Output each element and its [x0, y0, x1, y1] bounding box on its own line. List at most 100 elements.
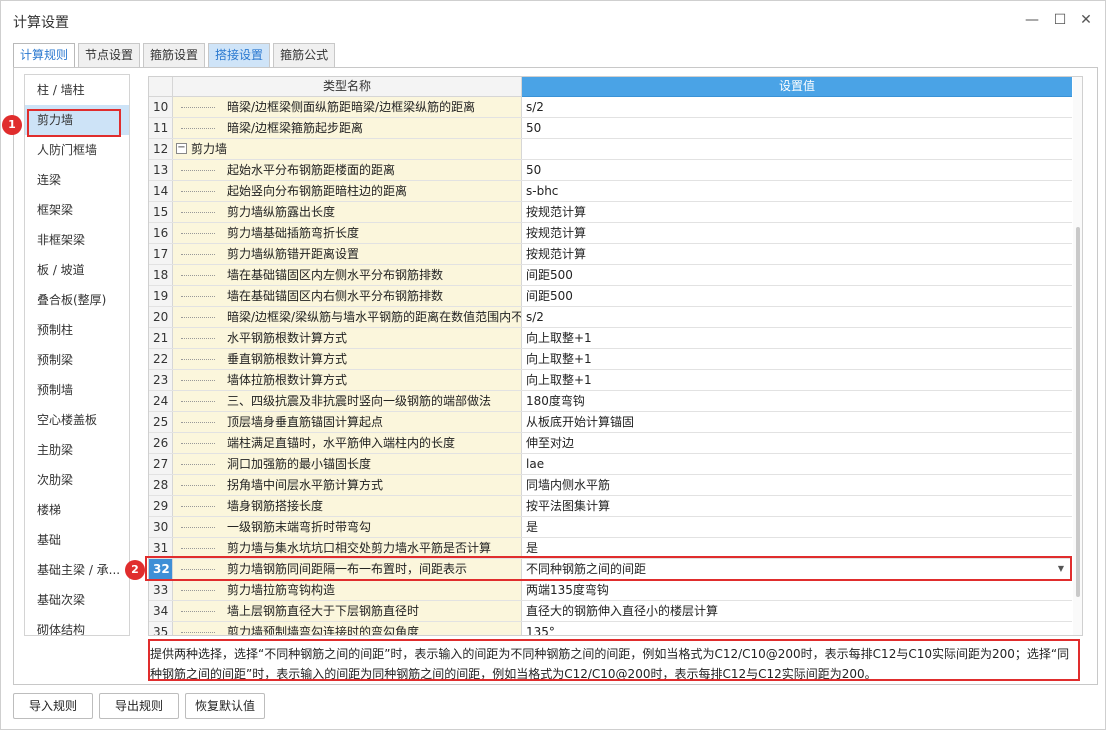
table-row[interactable]: 29 墙身钢筋搭接长度 按平法图集计算: [149, 496, 1072, 517]
type-name-text: 剪力墙纵筋错开距离设置: [227, 247, 360, 261]
tab-stirrup-formula[interactable]: 箍筋公式: [273, 43, 336, 67]
minimize-icon[interactable]: —: [1021, 9, 1043, 31]
sidebar-item[interactable]: 板 / 坡道: [25, 255, 129, 285]
sidebar-item[interactable]: 预制梁: [25, 345, 129, 375]
table-row[interactable]: 24 三、四级抗震及非抗震时竖向一级钢筋的端部做法 180度弯钩: [149, 391, 1072, 412]
setting-value-cell[interactable]: lae: [522, 454, 1072, 474]
setting-value-cell[interactable]: 是: [522, 517, 1072, 537]
type-name-cell: 拐角墙中间层水平筋计算方式: [173, 475, 522, 495]
table-row[interactable]: 23 墙体拉筋根数计算方式 向上取整+1: [149, 370, 1072, 391]
export-rules-button[interactable]: 导出规则: [99, 693, 179, 719]
close-icon[interactable]: ✕: [1075, 9, 1097, 31]
sidebar-item[interactable]: 预制柱: [25, 315, 129, 345]
tree-connector: [181, 611, 215, 612]
setting-value-cell[interactable]: s-bhc: [522, 181, 1072, 201]
setting-value-cell[interactable]: s/2: [522, 307, 1072, 327]
setting-value-cell[interactable]: 135°: [522, 622, 1072, 635]
tab-lap-settings[interactable]: 搭接设置: [208, 43, 271, 67]
table-row[interactable]: 14 起始竖向分布钢筋距暗柱边的距离 s-bhc: [149, 181, 1072, 202]
sidebar-item[interactable]: 基础主梁 / 承...: [25, 555, 129, 585]
row-number: 23: [149, 370, 173, 390]
tab-calc-rules[interactable]: 计算规则: [13, 43, 76, 67]
sidebar-item[interactable]: 预制墙: [25, 375, 129, 405]
setting-value-text: 按规范计算: [526, 205, 587, 219]
setting-value-cell[interactable]: 直径大的钢筋伸入直径小的楼层计算: [522, 601, 1072, 621]
type-name-cell: 暗梁/边框梁侧面纵筋距暗梁/边框梁纵筋的距离: [173, 97, 522, 117]
tree-connector: [181, 590, 215, 591]
table-row[interactable]: 11 暗梁/边框梁箍筋起步距离 50: [149, 118, 1072, 139]
sidebar-item[interactable]: 人防门框墙: [25, 135, 129, 165]
table-row[interactable]: 19 墙在基础锚固区内右侧水平分布钢筋排数 间距500: [149, 286, 1072, 307]
tab-stirrup-settings[interactable]: 箍筋设置: [143, 43, 206, 67]
scrollbar-thumb[interactable]: [1076, 227, 1080, 597]
setting-value-cell[interactable]: 50: [522, 118, 1072, 138]
tree-connector: [181, 632, 215, 633]
vertical-scrollbar[interactable]: [1073, 77, 1082, 635]
setting-value-cell[interactable]: 180度弯钩: [522, 391, 1072, 411]
sidebar-item[interactable]: 连梁: [25, 165, 129, 195]
setting-value-cell[interactable]: 按规范计算: [522, 223, 1072, 243]
setting-value-cell[interactable]: 两端135度弯钩: [522, 580, 1072, 600]
setting-value-text: s-bhc: [526, 184, 559, 198]
table-row[interactable]: 18 墙在基础锚固区内左侧水平分布钢筋排数 间距500: [149, 265, 1072, 286]
table-row[interactable]: 28 拐角墙中间层水平筋计算方式 同墙内侧水平筋: [149, 475, 1072, 496]
sidebar-item[interactable]: 主肋梁: [25, 435, 129, 465]
sidebar-item[interactable]: 基础: [25, 525, 129, 555]
setting-value-cell[interactable]: 向上取整+1: [522, 370, 1072, 390]
sidebar-item[interactable]: 叠合板(整厚): [25, 285, 129, 315]
sidebar-item[interactable]: 基础次梁: [25, 585, 129, 615]
setting-value-cell[interactable]: 按规范计算: [522, 202, 1072, 222]
setting-value-cell[interactable]: 按平法图集计算: [522, 496, 1072, 516]
table-row[interactable]: 30 一级钢筋末端弯折时带弯勾 是: [149, 517, 1072, 538]
setting-value-cell[interactable]: 按规范计算: [522, 244, 1072, 264]
table-row[interactable]: 34 墙上层钢筋直径大于下层钢筋直径时 直径大的钢筋伸入直径小的楼层计算: [149, 601, 1072, 622]
tree-connector: [181, 485, 215, 486]
restore-defaults-button[interactable]: 恢复默认值: [185, 693, 265, 719]
type-name-cell: 垂直钢筋根数计算方式: [173, 349, 522, 369]
sidebar-item[interactable]: 空心楼盖板: [25, 405, 129, 435]
row-number: 14: [149, 181, 173, 201]
setting-value-cell[interactable]: 从板底开始计算锚固: [522, 412, 1072, 432]
table-row[interactable]: 13 起始水平分布钢筋距楼面的距离 50: [149, 160, 1072, 181]
maximize-icon[interactable]: ☐: [1049, 9, 1071, 31]
sidebar-item[interactable]: 次肋梁: [25, 465, 129, 495]
table-row[interactable]: 22 垂直钢筋根数计算方式 向上取整+1: [149, 349, 1072, 370]
row-number: 35: [149, 622, 173, 635]
table-row[interactable]: 20 暗梁/边框梁/梁纵筋与墙水平钢筋的距离在数值范围内不... s/2: [149, 307, 1072, 328]
tree-connector: [181, 296, 215, 297]
tab-node-settings[interactable]: 节点设置: [78, 43, 141, 67]
table-row[interactable]: 21 水平钢筋根数计算方式 向上取整+1: [149, 328, 1072, 349]
setting-value-cell[interactable]: 50: [522, 160, 1072, 180]
table-row[interactable]: 25 顶层墙身垂直筋锚固计算起点 从板底开始计算锚固: [149, 412, 1072, 433]
sidebar-item[interactable]: 非框架梁: [25, 225, 129, 255]
import-rules-button[interactable]: 导入规则: [13, 693, 93, 719]
setting-value-cell[interactable]: s/2: [522, 97, 1072, 117]
sidebar-item[interactable]: 楼梯: [25, 495, 129, 525]
sidebar-item[interactable]: 砌体结构: [25, 615, 129, 635]
type-name-text: 端柱满足直锚时，水平筋伸入端柱内的长度: [227, 436, 456, 450]
table-row[interactable]: 35 剪力墙预制墙弯勾连接时的弯勾角度 135°: [149, 622, 1072, 635]
row-number: 21: [149, 328, 173, 348]
setting-value-cell[interactable]: 伸至对边: [522, 433, 1072, 453]
table-row[interactable]: 16 剪力墙基础插筋弯折长度 按规范计算: [149, 223, 1072, 244]
table-row[interactable]: 10 暗梁/边框梁侧面纵筋距暗梁/边框梁纵筋的距离 s/2: [149, 97, 1072, 118]
table-row[interactable]: 33 剪力墙拉筋弯钩构造 两端135度弯钩: [149, 580, 1072, 601]
collapse-icon[interactable]: −: [176, 143, 187, 154]
tree-connector: [181, 128, 215, 129]
setting-value-cell[interactable]: 向上取整+1: [522, 349, 1072, 369]
setting-value-cell[interactable]: 向上取整+1: [522, 328, 1072, 348]
table-row[interactable]: 26 端柱满足直锚时，水平筋伸入端柱内的长度 伸至对边: [149, 433, 1072, 454]
setting-value-cell[interactable]: 是: [522, 538, 1072, 558]
setting-value-cell[interactable]: 间距500: [522, 265, 1072, 285]
type-name-text: 墙上层钢筋直径大于下层钢筋直径时: [227, 604, 420, 618]
table-row[interactable]: 17 剪力墙纵筋错开距离设置 按规范计算: [149, 244, 1072, 265]
table-row[interactable]: 12− 剪力墙: [149, 139, 1072, 160]
setting-value-cell[interactable]: [522, 139, 1072, 159]
table-row[interactable]: 27 洞口加强筋的最小锚固长度 lae: [149, 454, 1072, 475]
table-row[interactable]: 15 剪力墙纵筋露出长度 按规范计算: [149, 202, 1072, 223]
sidebar-item[interactable]: 柱 / 墙柱: [25, 75, 129, 105]
setting-value-cell[interactable]: 间距500: [522, 286, 1072, 306]
setting-value-cell[interactable]: 同墙内侧水平筋: [522, 475, 1072, 495]
sidebar-item[interactable]: 框架梁: [25, 195, 129, 225]
tree-connector: [181, 464, 215, 465]
